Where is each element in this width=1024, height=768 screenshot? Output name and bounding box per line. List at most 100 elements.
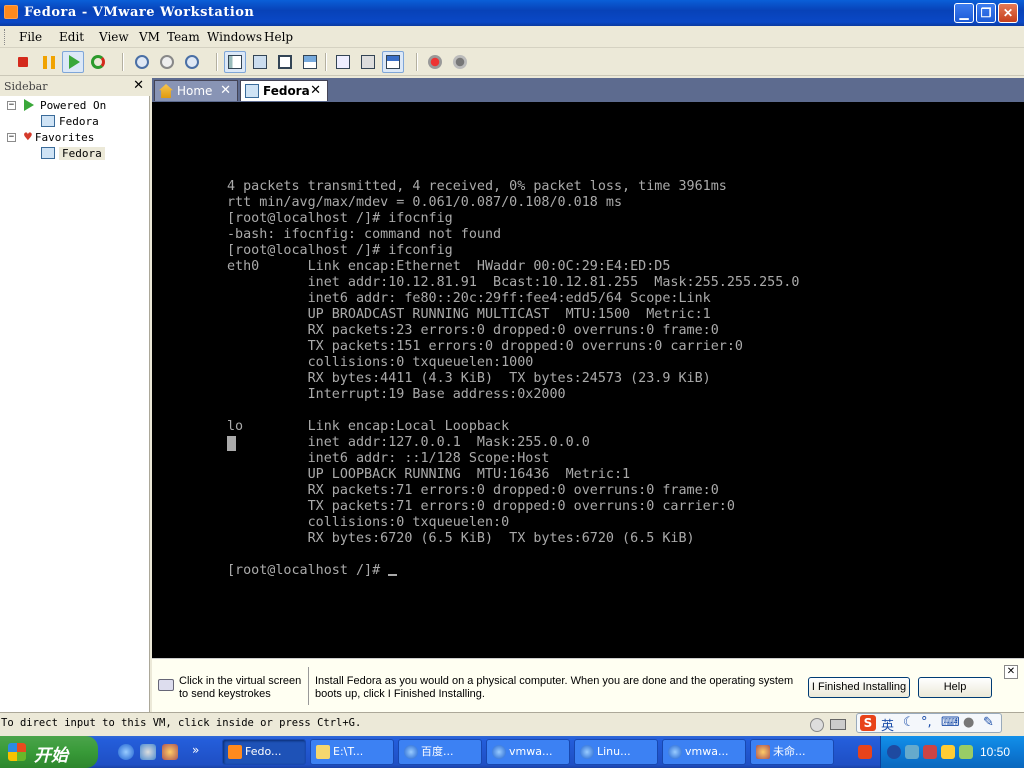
system-tray: 10:50 bbox=[880, 736, 1024, 768]
task-fedora-vmware[interactable]: Fedo... bbox=[222, 739, 306, 765]
console-line: TX packets:151 errors:0 dropped:0 overru… bbox=[227, 339, 743, 354]
paint-icon bbox=[756, 745, 770, 759]
replay-icon[interactable] bbox=[449, 51, 471, 73]
cd-drive-icon[interactable] bbox=[810, 718, 824, 732]
task-label: vmwa... bbox=[685, 745, 729, 758]
expander-powered-on[interactable]: − bbox=[7, 101, 16, 110]
security-icon[interactable] bbox=[923, 745, 937, 759]
tab-close-icon[interactable]: ✕ bbox=[310, 81, 321, 101]
menu-vm[interactable]: VM bbox=[139, 30, 160, 44]
info-divider bbox=[308, 667, 309, 705]
shield-icon[interactable] bbox=[941, 745, 955, 759]
tab-close-icon[interactable]: ✕ bbox=[220, 81, 231, 101]
moon-icon[interactable]: ☾ bbox=[903, 715, 915, 730]
tree-item-fedora-favorite[interactable]: Fedora bbox=[41, 146, 105, 162]
console-line: TX packets:71 errors:0 dropped:0 overrun… bbox=[227, 499, 735, 514]
menu-windows[interactable]: Windows bbox=[207, 30, 262, 44]
console-line: 4 packets transmitted, 4 received, 0% pa… bbox=[227, 179, 727, 194]
install-message: Install Fedora as you would on a physica… bbox=[315, 675, 794, 700]
task-label: E:\T... bbox=[333, 745, 364, 758]
console-prompt-line: [root@localhost /]# bbox=[227, 563, 398, 579]
finished-installing-button[interactable]: I Finished Installing bbox=[808, 677, 910, 698]
appliance-view-icon[interactable] bbox=[382, 51, 404, 73]
user-icon[interactable]: ● bbox=[963, 715, 974, 730]
start-label: 开始 bbox=[34, 746, 68, 766]
keyboard-icon[interactable]: ⌨ bbox=[941, 715, 960, 730]
summary-icon[interactable] bbox=[332, 51, 354, 73]
toolbar-separator bbox=[216, 53, 217, 71]
ime-mode-label[interactable]: 英 bbox=[881, 715, 894, 734]
ie-quicklaunch-icon[interactable] bbox=[118, 744, 134, 760]
menu-grip[interactable] bbox=[4, 29, 7, 45]
vm-console[interactable]: 4 packets transmitted, 4 received, 0% pa… bbox=[152, 102, 1024, 658]
tree-group-favorites[interactable]: ♥ Favorites bbox=[24, 130, 94, 146]
console-icon[interactable] bbox=[357, 51, 379, 73]
explorer-quicklaunch-icon[interactable] bbox=[140, 744, 156, 760]
menu-file[interactable]: File bbox=[19, 30, 42, 44]
tree-item-fedora-powered[interactable]: Fedora bbox=[41, 114, 99, 130]
hard-disk-icon[interactable] bbox=[830, 719, 846, 730]
vm-icon bbox=[41, 147, 55, 159]
menu-help[interactable]: Help bbox=[264, 30, 293, 44]
tree-item-label: Fedora bbox=[59, 115, 99, 128]
power-on-icon[interactable] bbox=[62, 51, 84, 73]
task-label: 未命... bbox=[773, 745, 806, 758]
snapshot-manager-icon[interactable] bbox=[181, 51, 203, 73]
restore-button[interactable]: ❐ bbox=[976, 3, 996, 23]
unity-icon[interactable] bbox=[299, 51, 321, 73]
tree-group-powered-on[interactable]: Powered On bbox=[24, 98, 106, 114]
ime-toolbar[interactable]: S 英 ☾ °, ⌨ ● ✎ bbox=[856, 713, 1002, 734]
minimize-button[interactable]: ▁ bbox=[954, 3, 974, 23]
sogou-tray-icon[interactable] bbox=[858, 745, 872, 759]
tab-label: Fedora bbox=[263, 84, 310, 98]
power-off-icon[interactable] bbox=[12, 51, 34, 73]
vmware-app-icon[interactable] bbox=[4, 5, 18, 19]
record-icon[interactable] bbox=[424, 51, 446, 73]
status-bar: To direct input to this VM, click inside… bbox=[0, 712, 1024, 736]
sidebar-close-button[interactable]: ✕ bbox=[133, 78, 144, 93]
toolbar-separator bbox=[122, 53, 123, 71]
task-baidu[interactable]: 百度... bbox=[398, 739, 482, 765]
show-sidebar-icon[interactable] bbox=[224, 51, 246, 73]
tray-expand-icon[interactable] bbox=[887, 745, 901, 759]
menu-edit[interactable]: Edit bbox=[59, 30, 84, 44]
close-button[interactable]: ✕ bbox=[998, 3, 1018, 23]
task-linux-browser[interactable]: Linu... bbox=[574, 739, 658, 765]
console-line: -bash: ifocnfig: command not found bbox=[227, 227, 502, 242]
snapshot-icon[interactable] bbox=[131, 51, 153, 73]
console-line: inet6 addr: ::1/128 Scope:Host bbox=[227, 451, 550, 466]
task-vmware-browser-2[interactable]: vmwa... bbox=[662, 739, 746, 765]
expander-favorites[interactable]: − bbox=[7, 133, 16, 142]
keystroke-hint: Click in the virtual screen to send keys… bbox=[179, 675, 302, 700]
toolbar-separator bbox=[416, 53, 417, 71]
wrench-icon[interactable]: ✎ bbox=[983, 715, 994, 730]
toolbar bbox=[0, 48, 1024, 76]
revert-snapshot-icon[interactable] bbox=[156, 51, 178, 73]
menu-team[interactable]: Team bbox=[167, 30, 200, 44]
quicklaunch-overflow-button[interactable]: » bbox=[192, 743, 199, 757]
reset-icon[interactable] bbox=[87, 51, 109, 73]
punctuation-icon[interactable]: °, bbox=[921, 715, 932, 730]
task-vmware-browser[interactable]: vmwa... bbox=[486, 739, 570, 765]
menu-view[interactable]: View bbox=[99, 30, 129, 44]
sogou-logo-icon: S bbox=[860, 715, 876, 731]
console-prompt: [root@localhost /]# bbox=[227, 563, 389, 578]
clock[interactable]: 10:50 bbox=[980, 745, 1010, 759]
console-line: RX packets:71 errors:0 dropped:0 overrun… bbox=[227, 483, 719, 498]
tab-fedora[interactable]: Fedora ✕ bbox=[240, 80, 328, 101]
suspend-icon[interactable] bbox=[37, 51, 59, 73]
tab-home[interactable]: Home ✕ bbox=[154, 80, 238, 101]
task-explorer[interactable]: E:\T... bbox=[310, 739, 394, 765]
volume-icon[interactable] bbox=[959, 745, 973, 759]
tree-group-label: Favorites bbox=[34, 131, 95, 144]
console-line: RX bytes:4411 (4.3 KiB) TX bytes:24573 (… bbox=[227, 371, 711, 386]
task-paint[interactable]: 未命... bbox=[750, 739, 834, 765]
info-bar-close-button[interactable]: ✕ bbox=[1004, 665, 1018, 679]
quick-switch-icon[interactable] bbox=[249, 51, 271, 73]
console-line: [root@localhost /]# ifconfig bbox=[227, 243, 453, 258]
app-quicklaunch-icon[interactable] bbox=[162, 744, 178, 760]
full-screen-icon[interactable] bbox=[274, 51, 296, 73]
help-button[interactable]: Help bbox=[918, 677, 992, 698]
network-icon[interactable] bbox=[905, 745, 919, 759]
start-button[interactable]: 开始 bbox=[0, 736, 98, 768]
